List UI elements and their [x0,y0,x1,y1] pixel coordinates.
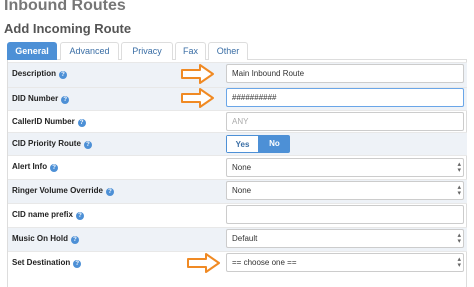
description-label: Description? [12,69,68,79]
ringer-volume-override-select[interactable]: None ▴ ▾ [226,181,464,200]
set-destination-select[interactable]: == choose one == ▴ ▾ [226,253,464,272]
arrow-right-icon [181,88,214,108]
music-on-hold-label: Music On Hold? [12,234,79,244]
cid-priority-route-toggle[interactable]: Yes No [226,135,290,153]
callerid-number-input[interactable]: ANY [226,112,464,131]
tab-general[interactable]: General [7,42,57,60]
help-icon[interactable]: ? [50,164,59,172]
music-on-hold-select[interactable]: Default ▴ ▾ [226,229,464,248]
set-destination-label: Set Destination? [12,258,82,268]
arrow-right-icon [181,64,214,84]
cid-name-prefix-label: CID name prefix? [12,210,84,220]
help-icon[interactable]: ? [83,141,92,149]
chevron-up-down-icon: ▴ ▾ [457,161,461,174]
callerid-number-label: CallerID Number? [12,117,86,127]
section-title: Add Incoming Route [4,21,132,36]
music-on-hold-value: Default [232,234,258,243]
ringer-volume-override-value: None [232,186,252,195]
help-icon[interactable]: ? [59,71,68,79]
ringer-volume-override-label: Ringer Volume Override? [12,186,114,196]
cid-name-prefix-input[interactable] [226,205,464,224]
yes-option[interactable]: Yes [226,135,259,153]
alert-info-select[interactable]: None ▴ ▾ [226,158,464,177]
alert-info-label: Alert Info? [12,162,59,172]
chevron-up-down-icon: ▴ ▾ [457,232,461,245]
help-icon[interactable]: ? [61,96,70,104]
did-number-input[interactable]: ########## [226,88,464,107]
no-option[interactable]: No [259,135,290,153]
arrow-right-icon [187,253,220,273]
help-icon[interactable]: ? [106,188,114,196]
help-icon[interactable]: ? [73,260,82,268]
tab-fax[interactable]: Fax [175,42,206,60]
tab-advanced[interactable]: Advanced [60,42,119,60]
did-number-label: DID Number? [12,94,70,104]
tab-other[interactable]: Other [208,42,248,60]
chevron-up-down-icon: ▴ ▾ [457,184,461,197]
help-icon[interactable]: ? [71,236,79,244]
chevron-up-down-icon: ▴ ▾ [457,256,461,269]
set-destination-value: == choose one == [232,258,297,267]
description-input[interactable]: Main Inbound Route [226,64,464,83]
help-icon[interactable]: ? [77,119,86,127]
tab-bar: General Advanced Privacy Fax Other [7,42,467,60]
cid-priority-route-label: CID Priority Route? [12,139,92,149]
alert-info-value: None [232,163,252,172]
tab-privacy[interactable]: Privacy [121,42,173,60]
help-icon[interactable]: ? [75,212,84,220]
page-title: Inbound Routes [4,0,126,14]
